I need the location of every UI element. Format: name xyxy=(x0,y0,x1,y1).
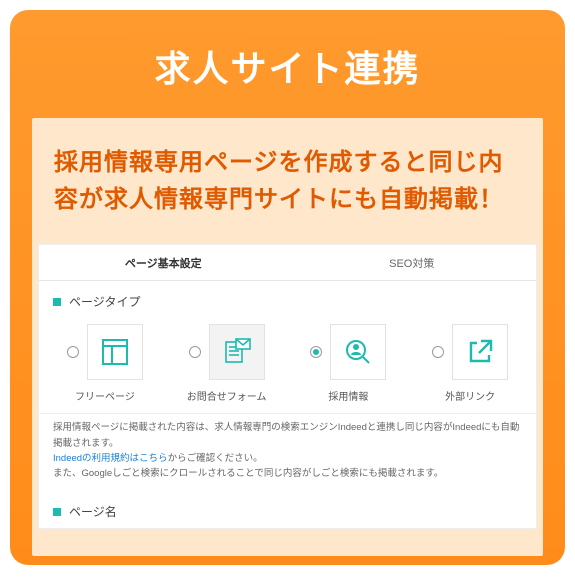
option-free-label: フリーページ xyxy=(75,388,135,403)
tab-basic[interactable]: ページ基本設定 xyxy=(39,255,288,271)
card-lead: 採用情報専用ページを作成すると同じ内容が求人情報専門サイトにも自動掲載！ xyxy=(32,118,543,238)
radio-recruit[interactable] xyxy=(310,346,322,358)
settings-panel: ページ基本設定 SEO対策 ページタイプ xyxy=(38,244,537,529)
option-external-label: 外部リンク xyxy=(445,388,495,403)
note-line-2: また、Googleしごと検索にクロールされることで同じ内容がしごと検索にも掲載さ… xyxy=(53,466,522,481)
section-page-type: ページタイプ xyxy=(39,281,536,318)
page-type-options: フリーページ xyxy=(39,318,536,413)
form-icon xyxy=(209,324,265,380)
card-body: 採用情報専用ページを作成すると同じ内容が求人情報専門サイトにも自動掲載！ ページ… xyxy=(32,118,543,556)
note-line-link: Indeedの利用規約はこちらからご確認ください。 xyxy=(53,451,522,466)
page-icon xyxy=(87,324,143,380)
card-title: 求人サイト連携 xyxy=(32,10,543,118)
indeed-terms-link[interactable]: Indeedの利用規約はこちら xyxy=(53,453,168,464)
feature-card: 求人サイト連携 採用情報専用ページを作成すると同じ内容が求人情報専門サイトにも自… xyxy=(10,10,565,565)
option-contact-form[interactable]: お問合せフォーム xyxy=(169,324,285,403)
option-external-link[interactable]: 外部リンク xyxy=(412,324,528,403)
option-free-page[interactable]: フリーページ xyxy=(47,324,163,403)
option-recruit[interactable]: 採用情報 xyxy=(291,324,407,403)
info-note: 採用情報ページに掲載された内容は、求人情報専門の検索エンジンIndeedと連携し… xyxy=(39,413,536,491)
radio-external[interactable] xyxy=(432,346,444,358)
radio-free[interactable] xyxy=(67,346,79,358)
section-page-name: ページ名 xyxy=(39,491,536,528)
bullet-icon xyxy=(53,298,61,306)
section-page-type-label: ページタイプ xyxy=(69,293,141,310)
recruit-icon xyxy=(330,324,386,380)
external-link-icon xyxy=(452,324,508,380)
option-contact-label: お問合せフォーム xyxy=(187,388,267,403)
radio-contact[interactable] xyxy=(189,346,201,358)
tabbar: ページ基本設定 SEO対策 xyxy=(39,245,536,281)
bullet-icon xyxy=(53,508,61,516)
section-page-name-label: ページ名 xyxy=(69,503,117,520)
option-recruit-label: 採用情報 xyxy=(328,388,368,403)
tab-seo[interactable]: SEO対策 xyxy=(288,255,537,271)
note-line-1: 採用情報ページに掲載された内容は、求人情報専門の検索エンジンIndeedと連携し… xyxy=(53,420,522,450)
note-link-suffix: からご確認ください。 xyxy=(168,453,263,464)
